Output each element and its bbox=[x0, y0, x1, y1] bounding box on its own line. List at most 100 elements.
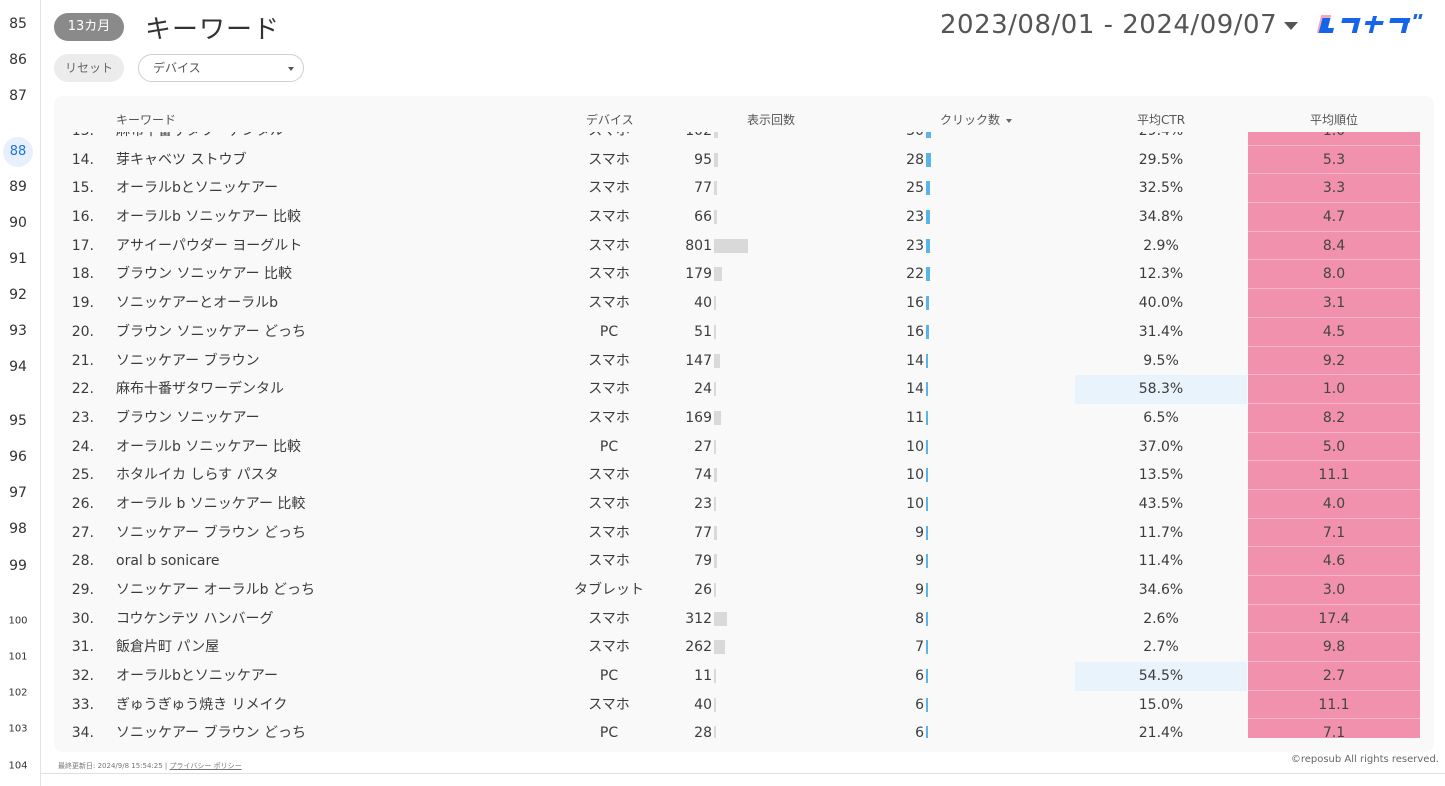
row-number[interactable]: 101 bbox=[0, 652, 36, 663]
table-row[interactable]: 27. ソニッケアー ブラウン どっち スマホ 77 9 11.7% 7.1 bbox=[54, 518, 1434, 548]
clicks-cell: 23 bbox=[906, 209, 924, 226]
date-range[interactable]: 2023/08/01 - 2024/09/07 bbox=[940, 10, 1277, 40]
clicks-cell: 14 bbox=[906, 381, 924, 398]
table-row[interactable]: 20. ブラウン ソニッケアー どっち PC 51 16 31.4% 4.5 bbox=[54, 317, 1434, 347]
table-row[interactable]: 25. ホタルイカ しらす パスタ スマホ 74 10 13.5% 11.1 bbox=[54, 461, 1434, 490]
table-row[interactable]: 26. オーラル b ソニッケアー 比較 スマホ 23 10 43.5% 4.0 bbox=[54, 489, 1434, 519]
table-row[interactable]: 30. コウケンテツ ハンバーグ スマホ 312 8 2.6% 17.4 bbox=[54, 604, 1434, 634]
ctr-cell: 34.8% bbox=[1138, 209, 1184, 226]
row-index: 32. bbox=[71, 668, 94, 685]
impressions-bar bbox=[714, 296, 716, 311]
row-number[interactable]: 86 bbox=[0, 52, 36, 68]
table-row[interactable]: 13.麻布十番ザタワーデンタルスマホ1023029.4%1.0 bbox=[54, 132, 1434, 146]
table-row[interactable]: 16. オーラルb ソニッケアー 比較 スマホ 66 23 34.8% 4.7 bbox=[54, 203, 1434, 232]
row-number[interactable]: 103 bbox=[0, 724, 36, 735]
table-row[interactable]: 34. ソニッケアー ブラウン どっち PC 28 6 21.4% 7.1 bbox=[54, 719, 1434, 738]
row-number[interactable]: 104 bbox=[0, 761, 36, 772]
col-header-impressions[interactable]: 表示回数 bbox=[747, 111, 795, 128]
clicks-bar bbox=[926, 267, 930, 282]
row-index: 31. bbox=[71, 639, 94, 656]
table-row[interactable]: 22. 麻布十番ザタワーデンタル スマホ 24 14 58.3% 1.0 bbox=[54, 375, 1434, 404]
row-number[interactable]: 95 bbox=[0, 413, 36, 429]
row-number[interactable]: 93 bbox=[0, 323, 36, 339]
clicks-cell: 25 bbox=[906, 180, 924, 197]
keyword-cell: オーラル b ソニッケアー 比較 bbox=[116, 495, 306, 512]
table-row[interactable]: 21. ソニッケアー ブラウン スマホ 147 14 9.5% 9.2 bbox=[54, 346, 1434, 376]
table-row[interactable]: 15. オーラルbとソニッケアー スマホ 77 25 32.5% 3.3 bbox=[54, 174, 1434, 204]
col-header-keyword[interactable]: キーワード bbox=[116, 111, 176, 128]
reset-button[interactable]: リセット bbox=[54, 54, 124, 82]
clicks-bar bbox=[926, 410, 928, 425]
clicks-cell: 28 bbox=[906, 151, 924, 168]
impressions-bar bbox=[714, 132, 719, 138]
table-scroll-area[interactable]: 13.麻布十番ザタワーデンタルスマホ1023029.4%1.014.芽キャベツ … bbox=[54, 132, 1434, 738]
clicks-cell: 10 bbox=[906, 467, 924, 484]
row-number[interactable]: 100 bbox=[0, 616, 36, 627]
logo-letter bbox=[1418, 14, 1423, 19]
ctr-cell: 31.4% bbox=[1138, 323, 1184, 340]
row-number[interactable]: 90 bbox=[0, 215, 36, 231]
table-row[interactable]: 19. ソニッケアーとオーラルb スマホ 40 16 40.0% 3.1 bbox=[54, 289, 1434, 318]
rank-cell: 5.0 bbox=[1248, 432, 1420, 462]
keyword-cell: ソニッケアー オーラルb どっち bbox=[116, 582, 315, 598]
keyword-cell: 芽キャベツ ストウブ bbox=[116, 151, 247, 168]
impressions-cell: 77 bbox=[694, 524, 712, 541]
impressions-bar bbox=[714, 181, 718, 196]
row-number[interactable]: 99 bbox=[0, 558, 36, 574]
clicks-cell: 23 bbox=[906, 237, 924, 254]
clicks-bar bbox=[926, 353, 929, 368]
table-row[interactable]: 29. ソニッケアー オーラルb どっち タブレット 26 9 34.6% 3.0 bbox=[54, 576, 1434, 605]
rank-cell: 7.1 bbox=[1248, 518, 1420, 548]
row-number[interactable]: 87 bbox=[0, 88, 36, 104]
row-number[interactable]: 102 bbox=[0, 688, 36, 699]
device-filter-select[interactable]: デバイス bbox=[138, 54, 304, 82]
keyword-cell: オーラルb ソニッケアー 比較 bbox=[116, 209, 301, 226]
row-index: 25. bbox=[71, 467, 94, 484]
row-number[interactable]: 88 bbox=[3, 137, 33, 167]
ctr-cell: 21.4% bbox=[1138, 725, 1184, 738]
chevron-down-icon[interactable] bbox=[1284, 22, 1298, 30]
ctr-cell: 37.0% bbox=[1138, 438, 1184, 455]
table-row[interactable]: 14. 芽キャベツ ストウブ スマホ 95 28 29.5% 5.3 bbox=[54, 145, 1434, 175]
table-row[interactable]: 32. オーラルbとソニッケアー PC 11 6 54.5% 2.7 bbox=[54, 662, 1434, 691]
rank-cell: 4.6 bbox=[1248, 547, 1420, 576]
row-number[interactable]: 94 bbox=[0, 359, 36, 375]
row-index: 29. bbox=[71, 582, 94, 598]
row-index: 18. bbox=[71, 266, 94, 283]
col-header-clicks[interactable]: クリック数 bbox=[940, 111, 1013, 128]
clicks-bar bbox=[926, 152, 931, 167]
table-row[interactable]: 24. オーラルb ソニッケアー 比較 PC 27 10 37.0% 5.0 bbox=[54, 432, 1434, 462]
keyword-cell: 麻布十番ザタワーデンタル bbox=[116, 132, 284, 146]
impressions-cell: 77 bbox=[694, 180, 712, 197]
table-row[interactable]: 31. 飯倉片町 パン屋 スマホ 262 7 2.7% 9.8 bbox=[54, 633, 1434, 663]
row-number[interactable]: 98 bbox=[0, 521, 36, 537]
rank-cell: 9.8 bbox=[1248, 633, 1420, 663]
rank-cell: 1.0 bbox=[1248, 132, 1420, 146]
period-badge[interactable]: 13カ月 bbox=[54, 13, 124, 41]
keyword-cell: 麻布十番ザタワーデンタル bbox=[116, 381, 284, 398]
table-body: 13.麻布十番ザタワーデンタルスマホ1023029.4%1.014.芽キャベツ … bbox=[54, 132, 1434, 738]
clicks-bar bbox=[926, 697, 928, 712]
table-row[interactable]: 28. oral b sonicare スマホ 79 9 11.4% 4.6 bbox=[54, 547, 1434, 576]
ctr-cell: 15.0% bbox=[1138, 696, 1184, 713]
clicks-bar bbox=[926, 382, 929, 397]
page-title: キーワード bbox=[145, 15, 281, 45]
row-number[interactable]: 97 bbox=[0, 485, 36, 501]
col-header-rank[interactable]: 平均順位 bbox=[1310, 111, 1358, 128]
table-row[interactable]: 33. ぎゅうぎゅう焼き リメイク スマホ 40 6 15.0% 11.1 bbox=[54, 690, 1434, 720]
clicks-bar bbox=[926, 554, 928, 569]
table-row[interactable]: 18. ブラウン ソニッケアー 比較 スマホ 179 22 12.3% 8.0 bbox=[54, 260, 1434, 290]
table-row[interactable]: 17. アサイーパウダー ヨーグルト スマホ 801 23 2.9% 8.4 bbox=[54, 231, 1434, 261]
row-number[interactable]: 96 bbox=[0, 449, 36, 465]
row-number[interactable]: 92 bbox=[0, 287, 36, 303]
ctr-cell: 29.5% bbox=[1138, 151, 1184, 168]
col-header-ctr[interactable]: 平均CTR bbox=[1137, 111, 1185, 128]
row-number[interactable]: 89 bbox=[0, 179, 36, 195]
privacy-policy-link[interactable]: プライバシー ポリシー bbox=[170, 762, 242, 770]
row-number[interactable]: 85 bbox=[0, 16, 36, 32]
col-header-device[interactable]: デバイス bbox=[586, 111, 634, 128]
table-row[interactable]: 23. ブラウン ソニッケアー スマホ 169 11 6.5% 8.2 bbox=[54, 403, 1434, 433]
row-number[interactable]: 91 bbox=[0, 251, 36, 267]
col-header-clicks-label: クリック数 bbox=[940, 113, 1001, 127]
impressions-cell: 40 bbox=[694, 295, 712, 312]
